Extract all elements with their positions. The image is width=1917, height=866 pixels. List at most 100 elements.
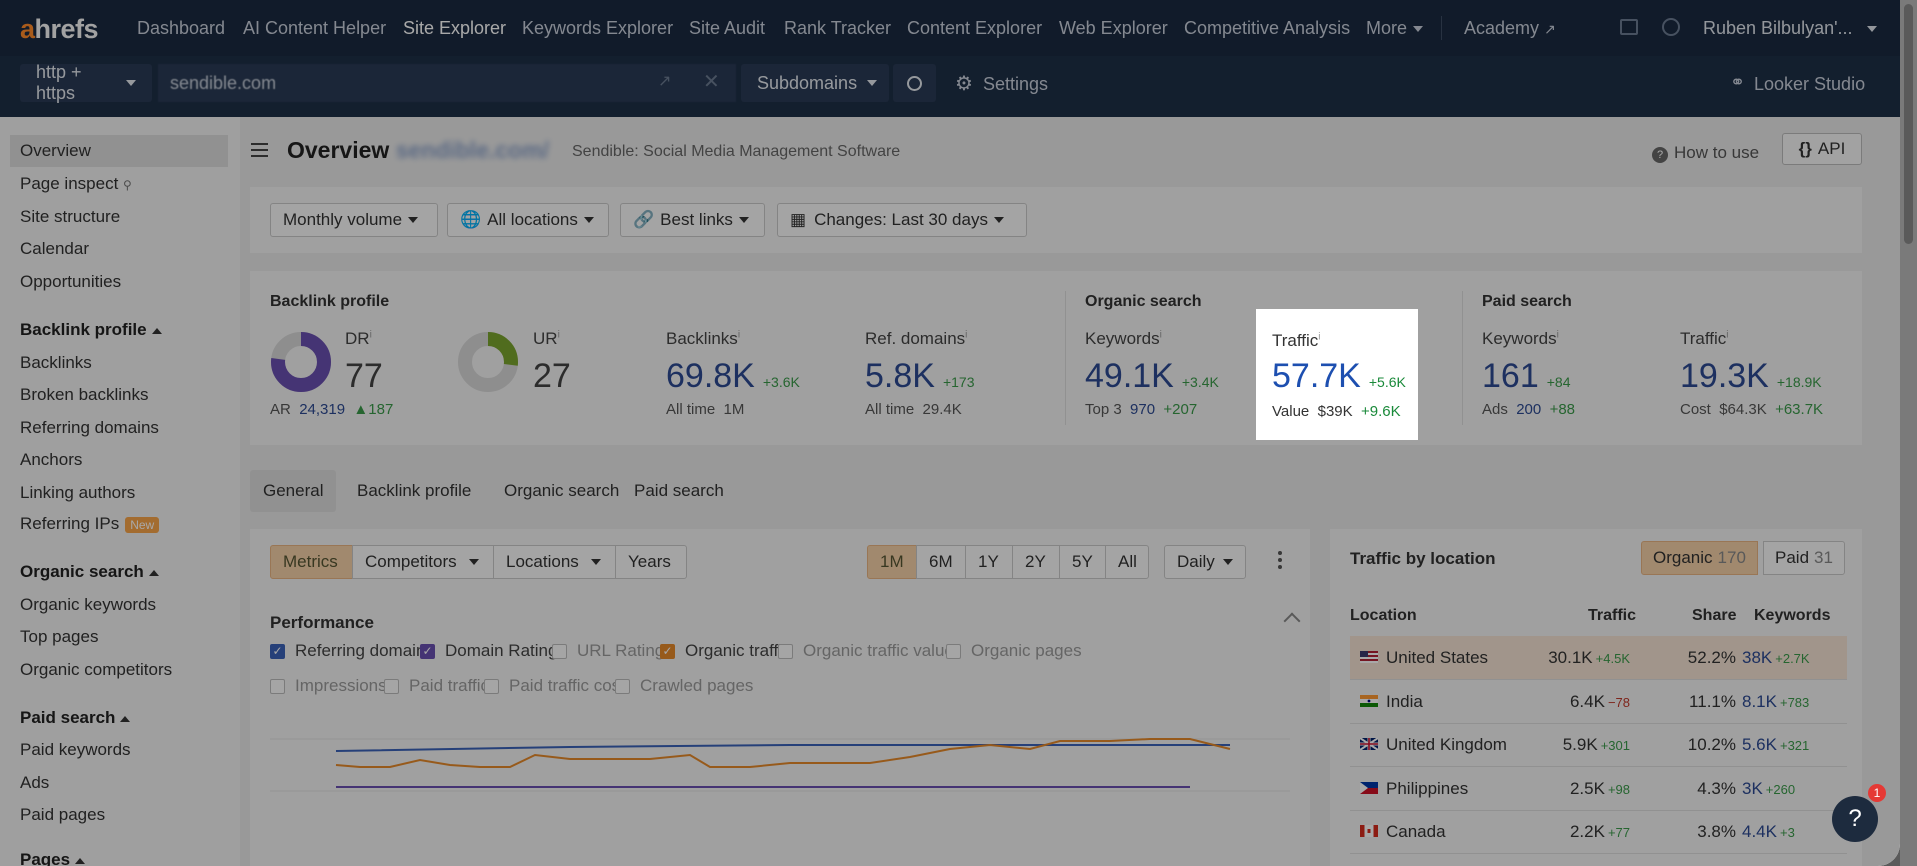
competitors-dropdown[interactable]: Competitors (352, 545, 494, 579)
paid-toggle[interactable]: Paid 31 (1763, 541, 1845, 575)
country-name[interactable]: Philippines (1386, 779, 1468, 799)
country-name[interactable]: United States (1386, 648, 1488, 668)
organic-traffic-value[interactable]: 57.7K +5.6K (1272, 357, 1406, 396)
sidebar-item-paid-pages[interactable]: Paid pages (20, 805, 105, 825)
nav-site-explorer[interactable]: Site Explorer (403, 18, 506, 39)
organic-keywords-label[interactable]: Keywordsi (1085, 329, 1162, 349)
paid-keywords-value[interactable]: 161 +84 (1482, 357, 1570, 396)
protocol-select[interactable]: http + https (20, 62, 152, 103)
nav-competitive-analysis[interactable]: Competitive Analysis (1184, 18, 1350, 39)
paid-traffic-value[interactable]: 19.3K +18.9K (1680, 357, 1822, 396)
gear-icon[interactable]: ⚙ (955, 71, 973, 96)
panel-icon[interactable] (1620, 19, 1638, 35)
table-row[interactable]: Canada 2.2K +77 3.8% 4.4K +3 (1350, 810, 1847, 854)
paid-keywords-label[interactable]: Keywordsi (1482, 329, 1559, 349)
scrollbar-thumb[interactable] (1904, 4, 1913, 244)
open-external-icon[interactable]: ↗ (658, 71, 671, 91)
range-1m[interactable]: 1M (867, 545, 917, 579)
sidebar-item-opportunities[interactable]: Opportunities (20, 272, 121, 292)
backlinks-value[interactable]: 69.8K +3.6K (666, 357, 800, 396)
sidebar-item-linking-authors[interactable]: Linking authors (20, 483, 135, 503)
keywords-cell[interactable]: 4.4K +3 (1742, 822, 1795, 842)
table-row[interactable]: Philippines 2.5K +98 4.3% 3K +260 (1350, 767, 1847, 811)
interval-dropdown[interactable]: Daily (1164, 545, 1246, 579)
nav-academy[interactable]: Academy ↗ (1464, 18, 1556, 39)
nav-more[interactable]: More (1366, 18, 1424, 39)
gauge-icon[interactable] (1662, 18, 1680, 36)
ref-domains-label[interactable]: Ref. domainsi (865, 329, 967, 349)
looker-studio-link[interactable]: Looker Studio (1754, 74, 1865, 95)
metric-checkbox[interactable]: ✓ Domain Rating (420, 641, 557, 661)
column-share[interactable]: Share (1692, 607, 1736, 625)
metric-checkbox[interactable]: Organic traffic value (778, 641, 954, 661)
locations-dropdown[interactable]: Locations (493, 545, 616, 579)
metric-checkbox[interactable]: ✓ Organic traffic (660, 641, 791, 661)
range-5y[interactable]: 5Y (1059, 545, 1106, 579)
volume-filter[interactable]: Monthly volume (270, 203, 438, 237)
more-options-icon[interactable] (1278, 551, 1282, 572)
nav-content-explorer[interactable]: Content Explorer (907, 18, 1042, 39)
metric-checkbox[interactable]: Paid traffic (384, 676, 489, 696)
country-name[interactable]: Canada (1386, 822, 1446, 842)
clear-icon[interactable]: ✕ (703, 69, 720, 94)
range-all[interactable]: All (1105, 545, 1149, 579)
table-row[interactable]: India 6.4K −78 11.1% 8.1K +783 (1350, 680, 1847, 724)
ahrefs-logo[interactable]: ahrefs (20, 14, 99, 45)
url-input[interactable] (158, 64, 736, 102)
range-1y[interactable]: 1Y (965, 545, 1013, 579)
organic-keywords-value[interactable]: 49.1K +3.4K (1085, 357, 1219, 396)
metric-checkbox[interactable]: Crawled pages (615, 676, 753, 696)
paid-traffic-label[interactable]: Traffici (1680, 329, 1729, 349)
ref-domains-value[interactable]: 5.8K +173 (865, 357, 975, 396)
page-scrollbar[interactable] (1900, 0, 1917, 866)
metrics-tab[interactable]: Metrics (270, 545, 353, 579)
sidebar-item-ads[interactable]: Ads (20, 773, 49, 793)
nav-dashboard[interactable]: Dashboard (137, 18, 225, 39)
settings-link[interactable]: Settings (983, 74, 1048, 95)
range-2y[interactable]: 2Y (1012, 545, 1060, 579)
nav-ai-content-helper[interactable]: AI Content Helper (243, 18, 386, 39)
column-keywords[interactable]: Keywords (1754, 607, 1830, 625)
years-tab[interactable]: Years (615, 545, 687, 579)
metric-checkbox[interactable]: Paid traffic cost (484, 676, 625, 696)
organic-traffic-card[interactable]: Traffici 57.7K +5.6K Value $39K +9.6K (1256, 309, 1418, 440)
help-button[interactable]: ? (1832, 796, 1878, 842)
range-6m[interactable]: 6M (916, 545, 966, 579)
sidebar-item-organic-competitors[interactable]: Organic competitors (20, 660, 172, 680)
sidebar-item-overview[interactable]: Overview (10, 135, 228, 167)
sidebar-item-page-inspect[interactable]: Page inspect ⚲ (20, 174, 132, 194)
changes-filter[interactable]: ▦ Changes: Last 30 days (777, 203, 1027, 237)
sidebar-item-broken-backlinks[interactable]: Broken backlinks (20, 385, 149, 405)
keywords-cell[interactable]: 3K +260 (1742, 779, 1795, 799)
table-row[interactable]: United States 30.1K +4.5K 52.2% 38K +2.7K (1350, 636, 1847, 680)
keywords-cell[interactable]: 5.6K +321 (1742, 735, 1809, 755)
sidebar-section-paid-search[interactable]: Paid search (20, 708, 131, 728)
locations-filter[interactable]: 🌐 All locations (447, 203, 609, 237)
nav-keywords-explorer[interactable]: Keywords Explorer (522, 18, 673, 39)
menu-icon[interactable] (251, 143, 268, 157)
tab-organic-search[interactable]: Organic search (491, 470, 632, 512)
nav-web-explorer[interactable]: Web Explorer (1059, 18, 1168, 39)
country-name[interactable]: India (1386, 692, 1423, 712)
user-menu[interactable]: Ruben Bilbulyan'... (1703, 18, 1877, 39)
links-filter[interactable]: 🔗 Best links (620, 203, 765, 237)
sidebar-section-pages[interactable]: Pages (20, 850, 86, 866)
backlinks-label[interactable]: Backlinksi (666, 329, 740, 349)
search-button[interactable] (893, 64, 936, 102)
sidebar-item-site-structure[interactable]: Site structure (20, 207, 120, 227)
keywords-cell[interactable]: 38K +2.7K (1742, 648, 1810, 668)
sidebar-item-referring-ips[interactable]: Referring IPs New (20, 514, 160, 534)
nav-rank-tracker[interactable]: Rank Tracker (784, 18, 891, 39)
subdomains-select[interactable]: Subdomains (741, 64, 889, 102)
tab-backlink-profile[interactable]: Backlink profile (344, 470, 484, 512)
sidebar-item-calendar[interactable]: Calendar (20, 239, 89, 259)
sidebar-item-organic-keywords[interactable]: Organic keywords (20, 595, 156, 615)
sidebar-item-referring-domains[interactable]: Referring domains (20, 418, 159, 438)
metric-checkbox[interactable]: ✓ Referring domains (270, 641, 434, 661)
country-name[interactable]: United Kingdom (1386, 735, 1507, 755)
tab-general[interactable]: General (250, 470, 337, 512)
api-button[interactable]: {} API (1782, 133, 1862, 165)
how-to-use-link[interactable]: ? How to use (1652, 143, 1759, 163)
metric-checkbox[interactable]: Impressions (270, 676, 387, 696)
keywords-cell[interactable]: 8.1K +783 (1742, 692, 1809, 712)
